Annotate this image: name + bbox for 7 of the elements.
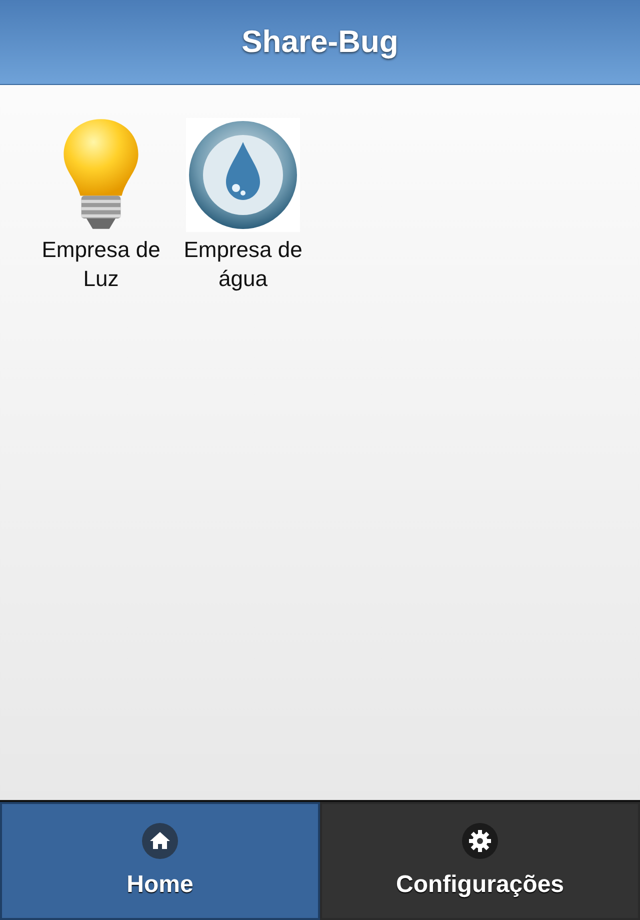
settings-icon [462, 823, 498, 859]
item-label[interactable]: Empresa de Luz [34, 235, 168, 293]
app-title: Share-Bug [242, 24, 398, 60]
item-label[interactable]: Empresa de água [174, 235, 312, 293]
home-icon [142, 823, 178, 859]
tab[interactable]: Configurações [320, 802, 640, 920]
tab[interactable]: Home [0, 802, 320, 920]
